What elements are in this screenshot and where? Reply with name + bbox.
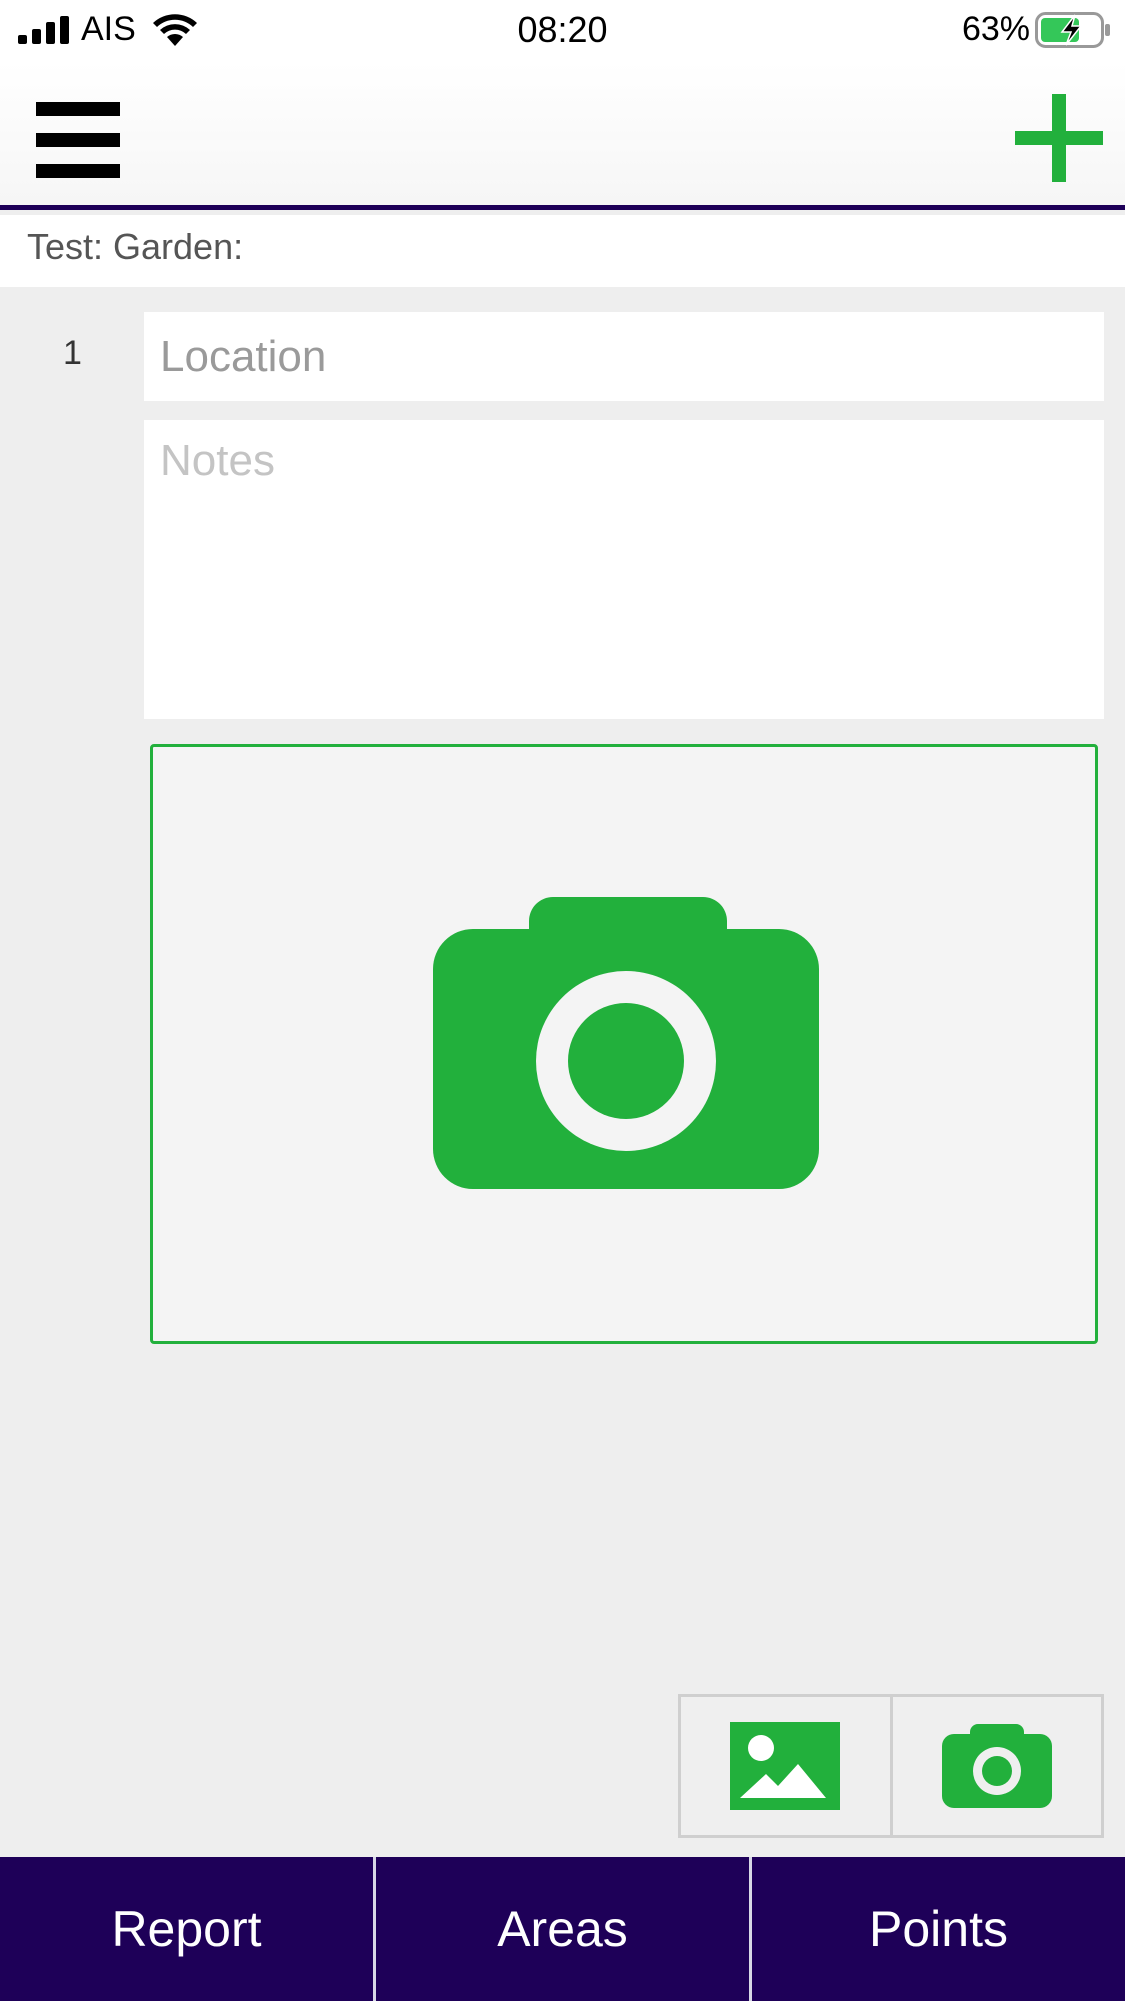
tab-areas[interactable]: Areas	[373, 1857, 749, 2001]
image-source-buttons	[678, 1694, 1104, 1838]
notes-input[interactable]	[144, 420, 1104, 719]
camera-icon	[941, 1724, 1052, 1808]
point-number: 1	[63, 334, 82, 372]
tab-bar: Report Areas Points	[0, 1857, 1125, 2001]
battery-charging-icon	[1035, 12, 1110, 48]
hamburger-menu-icon[interactable]	[36, 102, 120, 182]
camera-icon	[433, 897, 819, 1189]
status-time: 08:20	[517, 9, 608, 50]
tab-report[interactable]: Report	[0, 1857, 373, 2001]
breadcrumb: Test: Garden:	[0, 215, 1125, 287]
photo-placeholder[interactable]	[150, 744, 1098, 1344]
gallery-button[interactable]	[681, 1697, 890, 1835]
add-point-button[interactable]	[1015, 94, 1103, 182]
battery-percent: 63%	[961, 10, 1030, 48]
tab-points[interactable]: Points	[749, 1857, 1125, 2001]
status-bar: AIS 08:20 63%	[0, 0, 1125, 62]
nav-bar	[0, 62, 1125, 210]
gallery-icon	[730, 1722, 841, 1810]
camera-button[interactable]	[889, 1697, 1102, 1835]
location-input[interactable]	[144, 312, 1104, 401]
